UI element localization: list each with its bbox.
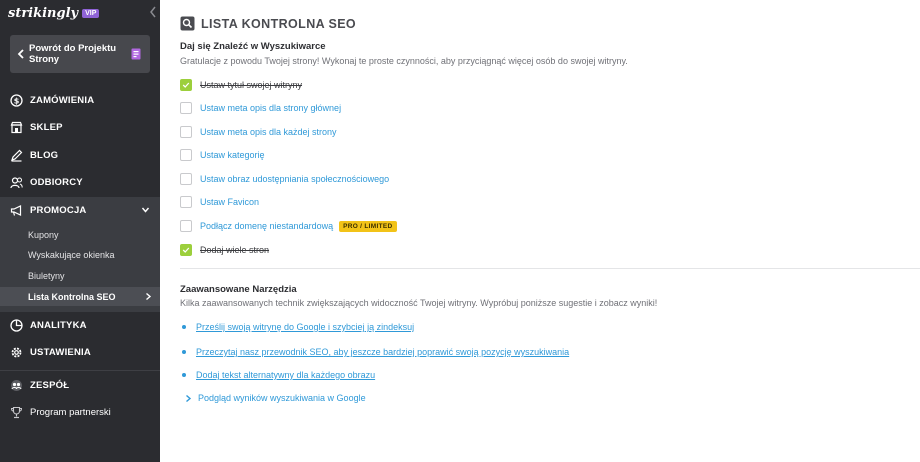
page-icon [131, 48, 141, 60]
back-button-label: Powrót do Projektu Strony [29, 43, 117, 65]
bullet-icon [182, 373, 186, 377]
checklist-item[interactable]: Ustaw Favicon [180, 195, 259, 209]
sidebar-item-blog[interactable]: BLOG [0, 142, 160, 168]
checkbox[interactable] [180, 220, 192, 232]
checklist-description: Gratulacje z powodu Twojej strony! Wykon… [180, 56, 628, 66]
seo-search-icon [180, 16, 195, 31]
page-header: LISTA KONTROLNA SEO [180, 16, 356, 31]
sidebar-item-analytics[interactable]: ANALITYKA [0, 312, 160, 338]
chart-pie-icon [10, 318, 23, 332]
sidebar: strikingly VIP Powrót do Projektu Strony… [0, 0, 160, 462]
pro-limited-badge: PRO / LIMITED [339, 220, 397, 232]
sidebar-item-partner-program[interactable]: Program partnerski [0, 399, 160, 425]
sidebar-item-label: USTAWIENIA [30, 346, 91, 358]
checklist-item-label[interactable]: Podłącz domenę niestandardową [200, 221, 333, 231]
store-icon [10, 121, 23, 134]
pen-icon [10, 149, 23, 162]
section-divider [180, 268, 920, 269]
sidebar-item-audience[interactable]: ODBIORCY [0, 169, 160, 195]
promo-subitem-newsletters[interactable]: Biuletyny [0, 266, 160, 285]
main-content: LISTA KONTROLNA SEO Daj się Znaleźć w Wy… [160, 0, 920, 462]
promo-subitem-popups[interactable]: Wyskakujące okienka [0, 245, 160, 264]
checklist-item[interactable]: Ustaw meta opis dla każdej strony [180, 125, 337, 139]
bullet-icon [182, 325, 186, 329]
checklist-item[interactable]: Ustaw obraz udostępniania społecznościow… [180, 172, 389, 186]
checklist-item-label[interactable]: Ustaw meta opis dla strony głównej [200, 103, 341, 113]
checklist-item[interactable]: Dodaj wiele stron [180, 243, 269, 257]
audience-icon [10, 176, 23, 189]
checkbox[interactable] [180, 126, 192, 138]
checklist-item-label: Ustaw tytuł swojej witryny [200, 80, 303, 90]
subitem-label: Kupony [28, 229, 59, 240]
svg-text:$: $ [14, 96, 20, 105]
checkmark-icon [182, 247, 190, 253]
sidebar-item-label: ZAMÓWIENIA [30, 94, 95, 106]
checkbox[interactable] [180, 102, 192, 114]
tool-link-item[interactable]: Prześlij swoją witrynę do Google i szybc… [182, 320, 414, 334]
alt-text-link[interactable]: Dodaj tekst alternatywny dla każdego obr… [196, 370, 375, 380]
sidebar-item-store[interactable]: SKLEP [0, 114, 160, 140]
logo[interactable]: strikingly VIP [8, 4, 100, 22]
checklist-item[interactable]: Ustaw meta opis dla strony głównej [180, 101, 341, 115]
checkbox[interactable] [180, 196, 192, 208]
megaphone-icon [10, 204, 23, 217]
page-title: LISTA KONTROLNA SEO [201, 16, 357, 31]
checklist-item[interactable]: Podłącz domenę niestandardową PRO / LIMI… [180, 219, 397, 233]
sidebar-item-label: BLOG [30, 149, 59, 161]
checkbox-checked[interactable] [180, 244, 192, 256]
subitem-label: Biuletyny [28, 270, 65, 281]
promo-subitem-coupons[interactable]: Kupony [0, 225, 160, 244]
subitem-label: Lista Kontrolna SEO [28, 291, 116, 302]
back-to-site-button[interactable]: Powrót do Projektu Strony [10, 35, 150, 73]
subitem-label: Wyskakujące okienka [28, 249, 115, 260]
checkmark-icon [182, 82, 190, 88]
logo-text: strikingly [8, 5, 79, 21]
checklist-item-label[interactable]: Ustaw meta opis dla każdej strony [200, 127, 337, 137]
checklist-item-label[interactable]: Ustaw obraz udostępniania społecznościow… [200, 174, 389, 184]
tool-link-item[interactable]: Dodaj tekst alternatywny dla każdego obr… [182, 368, 375, 382]
sidebar-item-promotion[interactable]: PROMOCJA [0, 197, 160, 223]
google-preview-toggle[interactable]: Podgląd wyników wyszukiwania w Google [184, 391, 366, 405]
gear-icon [10, 346, 23, 359]
checkbox[interactable] [180, 173, 192, 185]
sidebar-item-label: ANALITYKA [30, 319, 87, 331]
checklist-item-label[interactable]: Ustaw kategorię [200, 150, 265, 160]
chevron-down-icon [141, 207, 150, 213]
sidebar-item-label: ZESPÓŁ [30, 379, 70, 391]
chevron-right-icon [186, 394, 192, 402]
checklist-heading: Daj się Znaleźć w Wyszukiwarce [180, 41, 326, 52]
sidebar-item-settings[interactable]: USTAWIENIA [0, 339, 160, 365]
tools-description: Kilka zaawansowanych technik zwiększając… [180, 298, 658, 308]
vip-badge: VIP [82, 8, 100, 18]
checklist-item[interactable]: Ustaw tytuł swojej witryny [180, 78, 302, 92]
checklist-item-label: Dodaj wiele stron [200, 245, 270, 255]
checklist-item-label[interactable]: Ustaw Favicon [200, 197, 259, 207]
checkbox[interactable] [180, 149, 192, 161]
sidebar-item-label: Program partnerski [30, 406, 111, 418]
sidebar-item-label: SKLEP [30, 121, 63, 133]
dollar-circle-icon: $ [10, 93, 23, 107]
sidebar-item-label: PROMOCJA [30, 204, 87, 216]
team-icon [10, 379, 23, 392]
sidebar-item-team[interactable]: ZESPÓŁ [0, 372, 160, 398]
checklist-item[interactable]: Ustaw kategorię [180, 148, 265, 162]
trophy-icon [10, 406, 23, 419]
tools-heading: Zaawansowane Narzędzia [180, 284, 297, 295]
sidebar-item-label: ODBIORCY [30, 176, 83, 188]
submit-to-google-link[interactable]: Prześlij swoją witrynę do Google i szybc… [196, 322, 414, 332]
sidebar-divider [0, 370, 160, 371]
checkbox-checked[interactable] [180, 79, 192, 91]
sidebar-item-orders[interactable]: $ ZAMÓWIENIA [0, 87, 160, 113]
seo-guide-link[interactable]: Przeczytaj nasz przewodnik SEO, aby jesz… [196, 347, 569, 357]
google-preview-label[interactable]: Podgląd wyników wyszukiwania w Google [198, 393, 366, 403]
bullet-icon [182, 350, 186, 354]
promo-subitem-seo-checklist[interactable]: Lista Kontrolna SEO [0, 287, 160, 306]
tool-link-item[interactable]: Przeczytaj nasz przewodnik SEO, aby jesz… [182, 345, 569, 359]
chevron-right-icon [146, 292, 152, 301]
chevron-left-icon[interactable] [148, 5, 158, 19]
chevron-left-icon [17, 49, 24, 59]
